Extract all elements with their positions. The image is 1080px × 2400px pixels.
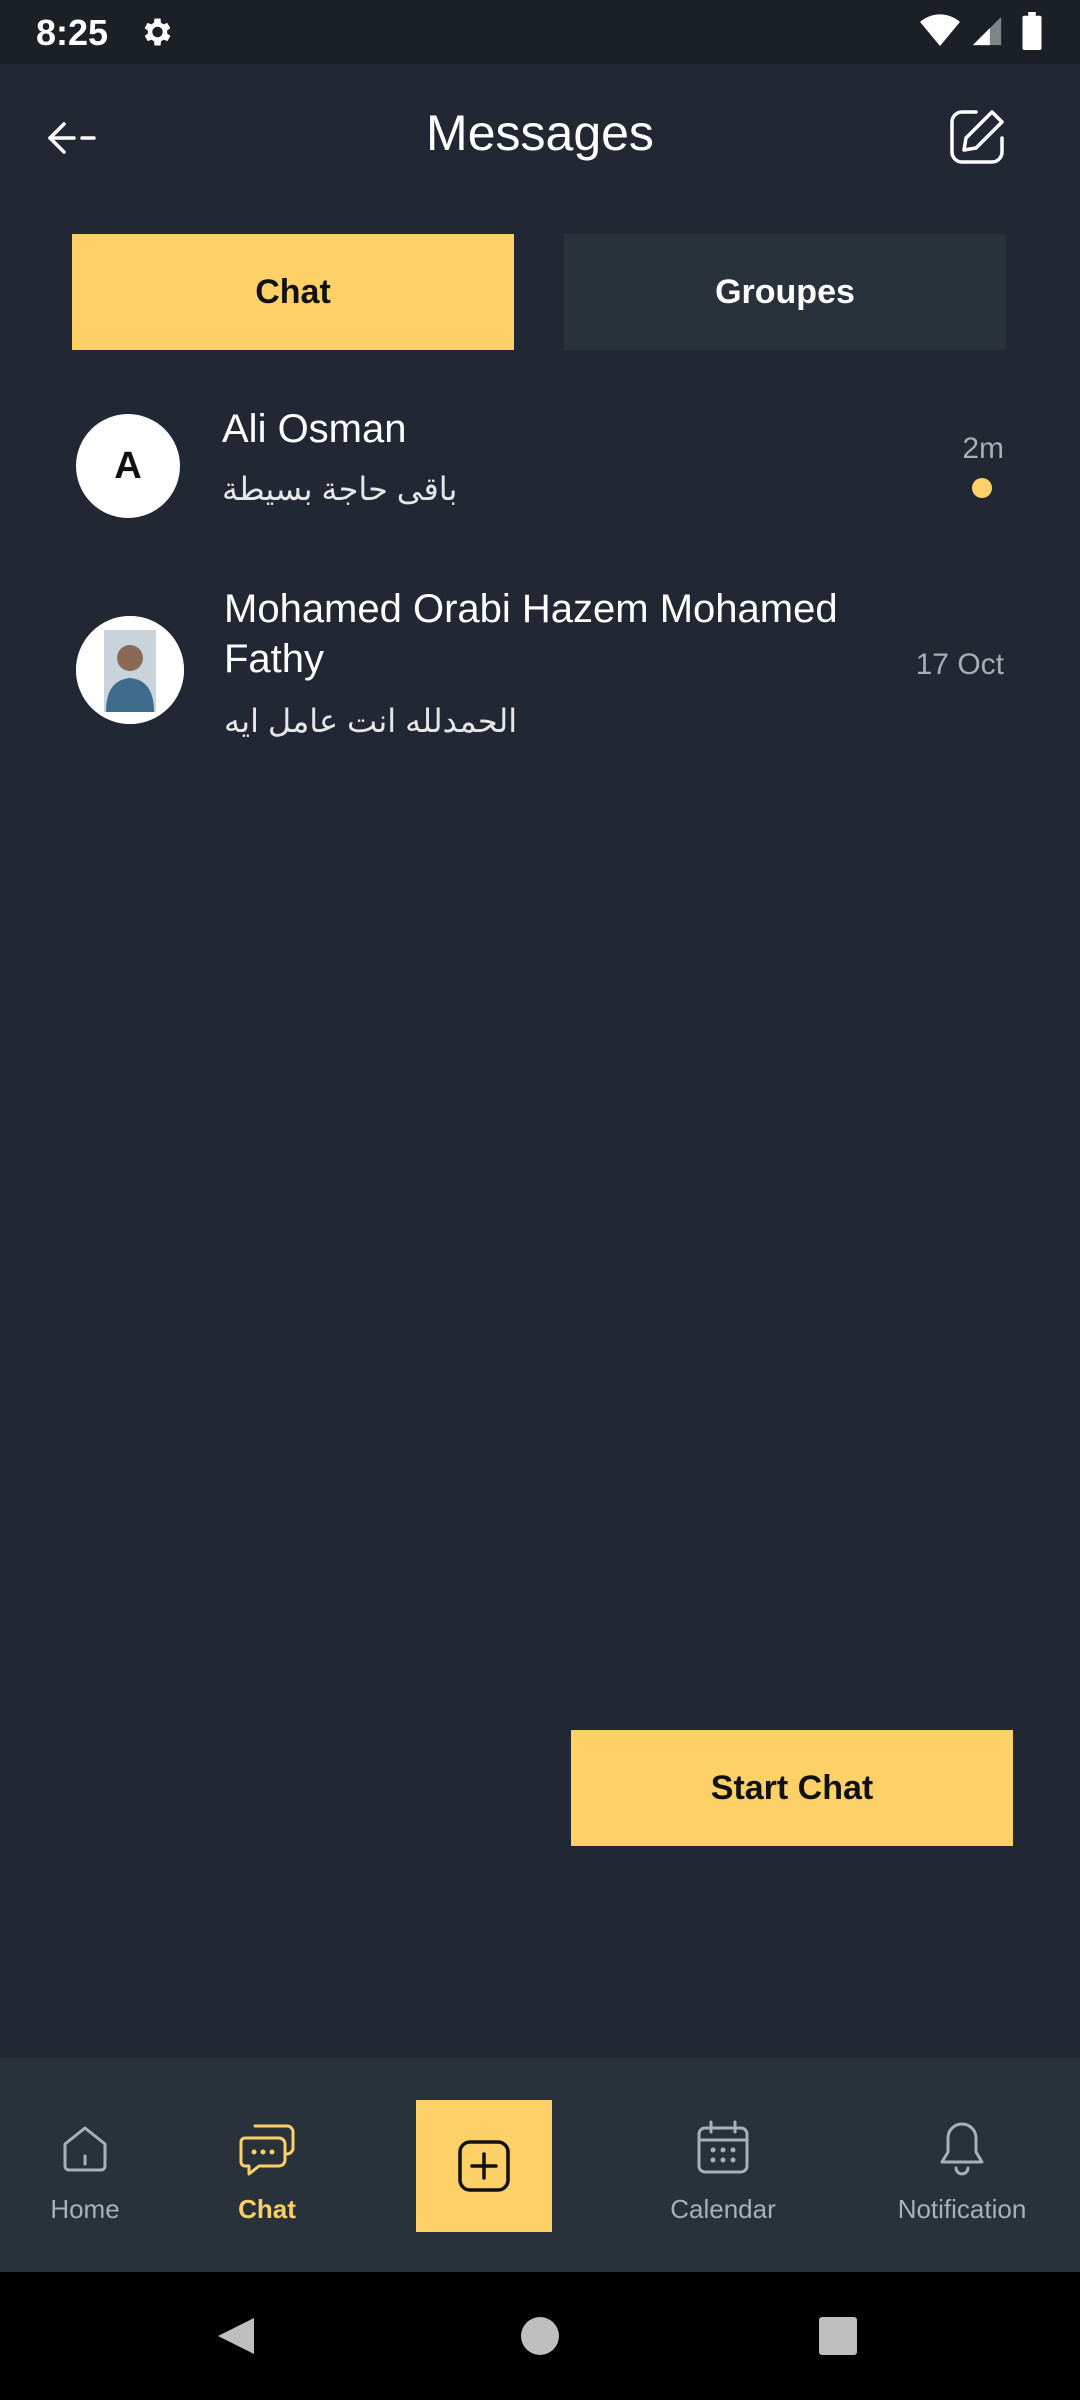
nav-add-button[interactable] (416, 2100, 552, 2232)
settings-gear-icon (144, 18, 171, 46)
page-title: Messages (426, 105, 654, 161)
conversation-last-message: الحمدلله انت عامل ايه (224, 703, 518, 739)
nav-item-notification[interactable]: Notification (880, 2058, 1044, 2272)
system-home-icon[interactable] (520, 2316, 560, 2356)
conversation-time: 2m (962, 432, 1004, 465)
nav-label-chat: Chat (238, 2194, 296, 2224)
calendar-icon (697, 2120, 749, 2174)
system-navigation-bar (0, 2272, 1080, 2400)
avatar (76, 616, 184, 724)
start-chat-label: Start Chat (710, 1768, 874, 1807)
system-recents-icon[interactable] (818, 2316, 858, 2356)
status-time: 8:25 (36, 12, 109, 53)
conversation-name: Ali Osman (222, 407, 407, 451)
tab-chat[interactable]: Chat (72, 234, 514, 350)
system-back-icon[interactable] (214, 2314, 258, 2358)
conversation-item[interactable]: Mohamed Orabi Hazem Mohamed Fathy الحمدل… (0, 582, 1080, 762)
tab-groupes[interactable]: Groupes (564, 234, 1006, 350)
start-chat-button[interactable]: Start Chat (571, 1730, 1013, 1846)
battery-icon (1022, 12, 1042, 50)
nav-item-home[interactable]: Home (20, 2058, 150, 2272)
home-icon (63, 2126, 107, 2172)
conversation-name: Mohamed Orabi Hazem Mohamed Fathy (224, 587, 838, 681)
wifi-icon (920, 14, 960, 47)
nav-item-chat[interactable]: Chat (202, 2058, 332, 2272)
nav-label-home: Home (50, 2194, 120, 2224)
conversation-last-message: باقى حاجة بسيطة (222, 471, 458, 507)
conversation-time: 17 Oct (915, 648, 1004, 681)
nav-label-calendar: Calendar (670, 2194, 776, 2224)
conversation-item[interactable]: A Ali Osman باقى حاجة بسيطة 2m (0, 400, 1080, 530)
tab-groupes-label: Groupes (715, 272, 855, 311)
avatar: A (76, 414, 180, 518)
status-bar: 8:25 (0, 0, 1080, 64)
profile-photo (76, 616, 184, 724)
bell-icon (940, 2122, 984, 2176)
cell-signal-icon (972, 16, 1002, 46)
bottom-navigation: Home Chat Calendar Notification (0, 2058, 1080, 2272)
nav-item-calendar[interactable]: Calendar (658, 2058, 788, 2272)
avatar-initial: A (114, 444, 142, 487)
tab-chat-label: Chat (255, 272, 331, 311)
nav-label-notification: Notification (897, 2194, 1027, 2224)
unread-indicator (972, 478, 992, 498)
add-square-icon (458, 2140, 510, 2192)
chat-icon (239, 2124, 295, 2176)
compose-icon[interactable] (946, 106, 1008, 168)
